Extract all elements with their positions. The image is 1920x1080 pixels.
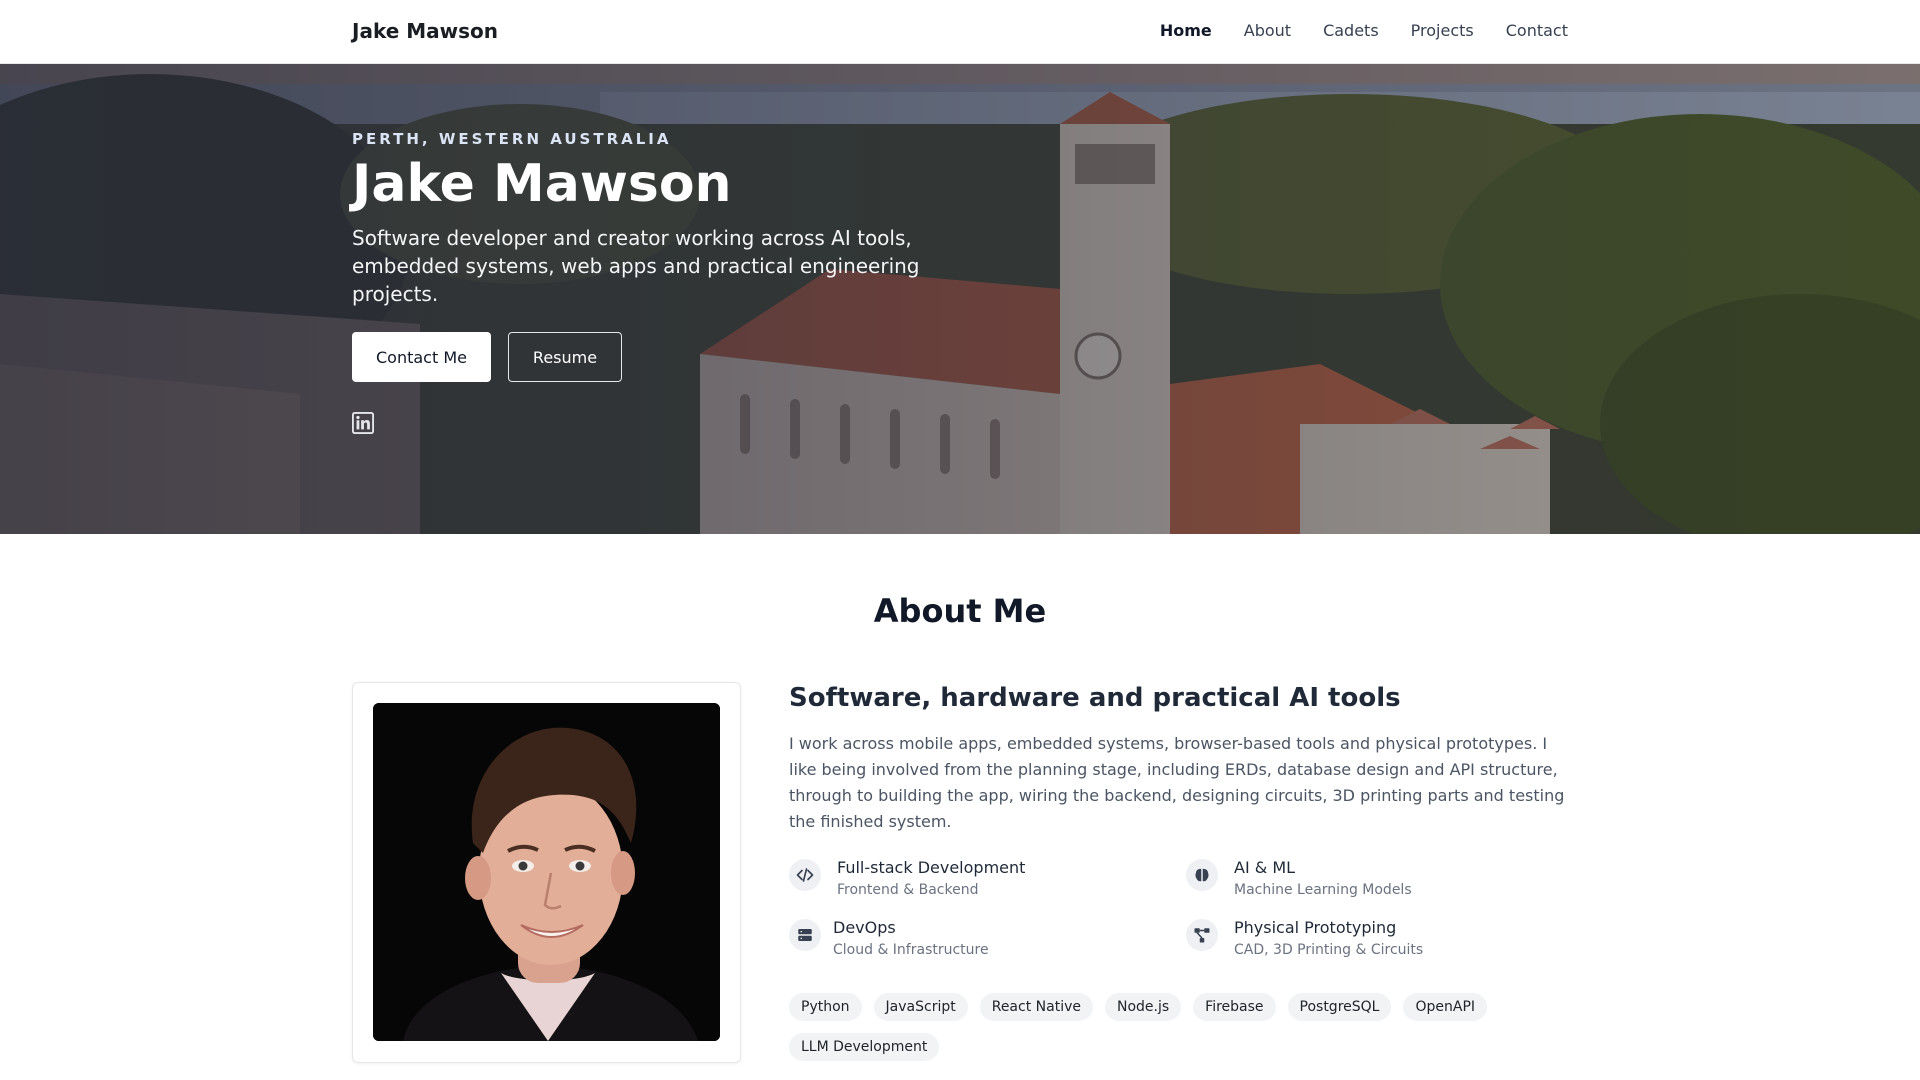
contact-me-button[interactable]: Contact Me <box>352 332 491 382</box>
hero-section: PERTH, WESTERN AUSTRALIA Jake Mawson Sof… <box>0 64 1920 534</box>
about-heading: Software, hardware and practical AI tool… <box>789 683 1401 713</box>
feature-ai-ml: AI & ML Machine Learning Models <box>1186 857 1412 900</box>
nav-link-projects[interactable]: Projects <box>1411 21 1474 40</box>
skill-tag: PostgreSQL <box>1287 993 1392 1021</box>
feature-subtitle: Machine Learning Models <box>1234 882 1412 898</box>
skill-tag: LLM Development <box>789 1033 940 1061</box>
diagram-icon <box>1186 919 1218 951</box>
resume-button[interactable]: Resume <box>508 332 622 382</box>
feature-subtitle: Cloud & Infrastructure <box>833 942 989 958</box>
feature-fullstack: Full-stack Development Frontend & Backen… <box>789 857 1025 900</box>
feature-title: Full-stack Development <box>837 858 1026 877</box>
feature-subtitle: CAD, 3D Printing & Circuits <box>1234 942 1424 958</box>
feature-title: DevOps <box>833 918 896 937</box>
hero-name: Jake Mawson <box>352 154 732 214</box>
linkedin-icon[interactable] <box>352 412 374 434</box>
nav-link-contact[interactable]: Contact <box>1506 21 1568 40</box>
skill-tag: Python <box>789 993 862 1021</box>
about-description: I work across mobile apps, embedded syst… <box>789 734 1565 831</box>
brand-logo[interactable]: Jake Mawson <box>352 19 498 43</box>
profile-photo <box>373 703 720 1041</box>
hero-overlay <box>0 64 1920 534</box>
hero-location: PERTH, WESTERN AUSTRALIA <box>352 130 672 148</box>
profile-photo-card <box>352 682 741 1063</box>
about-section-title: About Me <box>873 592 1047 630</box>
skill-tag: Firebase <box>1193 993 1276 1021</box>
skill-tag: JavaScript <box>873 993 968 1021</box>
nav-link-cadets[interactable]: Cadets <box>1323 21 1379 40</box>
feature-title: AI & ML <box>1234 858 1296 877</box>
skill-tags: Python JavaScript React Native Node.js F… <box>789 993 1569 1061</box>
feature-title: Physical Prototyping <box>1234 918 1397 937</box>
skill-tag: React Native <box>979 993 1093 1021</box>
nav-link-home[interactable]: Home <box>1160 21 1212 40</box>
feature-devops: DevOps Cloud & Infrastructure <box>789 917 989 960</box>
brain-icon <box>1186 859 1218 891</box>
feature-subtitle: Frontend & Backend <box>837 882 979 898</box>
nav-link-about[interactable]: About <box>1244 21 1291 40</box>
hero-tagline: Software developer and creator working a… <box>352 226 920 306</box>
feature-prototyping: Physical Prototyping CAD, 3D Printing & … <box>1186 917 1423 960</box>
main-nav: Home About Cadets Projects Contact <box>1160 21 1568 40</box>
skill-tag: Node.js <box>1104 993 1182 1021</box>
skill-tag: OpenAPI <box>1403 993 1488 1021</box>
code-icon <box>789 859 821 891</box>
navbar: Jake Mawson Home About Cadets Projects C… <box>0 0 1920 64</box>
server-icon <box>789 919 821 951</box>
